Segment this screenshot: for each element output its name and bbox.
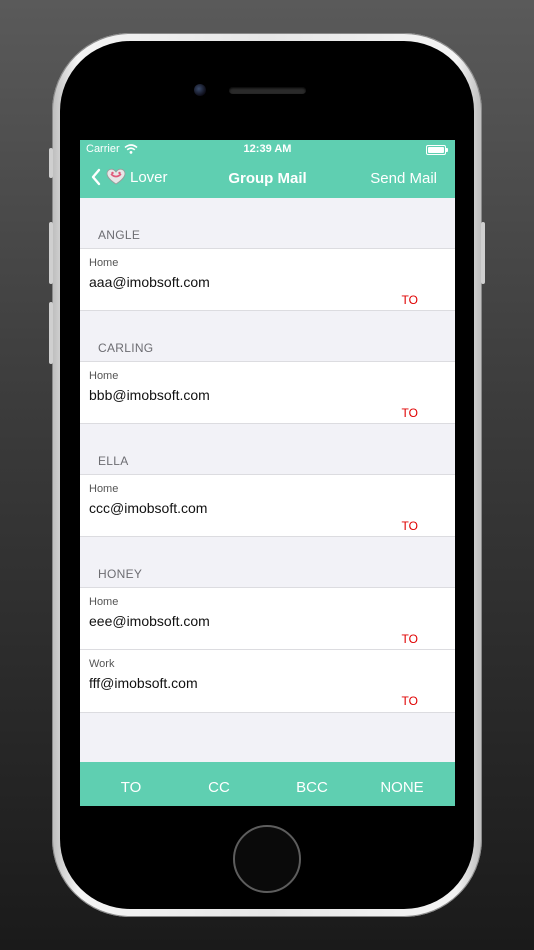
recipient-list: ANGLE Home aaa@imobsoft.com TO CARLING H…	[80, 198, 455, 713]
section-header: HONEY	[98, 567, 143, 581]
list-item[interactable]: Home aaa@imobsoft.com TO	[80, 248, 455, 311]
volume-down-button	[49, 302, 53, 364]
email-address: aaa@imobsoft.com	[89, 274, 210, 290]
battery-icon	[426, 145, 448, 155]
status-time: 12:39 AM	[243, 143, 292, 155]
recipient-type-badge: TO	[401, 694, 418, 708]
section-header: ELLA	[98, 454, 129, 468]
earpiece-speaker	[229, 87, 306, 94]
email-type-label: Home	[89, 257, 119, 269]
send-mail-button[interactable]: Send Mail	[370, 170, 437, 187]
cc-button[interactable]: CC	[208, 779, 230, 796]
recipient-type-badge: TO	[401, 632, 418, 646]
status-bar: Carrier 12:39 AM	[80, 140, 455, 160]
section-header: CARLING	[98, 341, 154, 355]
mute-switch	[49, 148, 53, 178]
email-type-label: Work	[89, 658, 115, 670]
email-type-label: Home	[89, 596, 119, 608]
list-item[interactable]: Work fff@imobsoft.com TO	[80, 650, 455, 713]
email-type-label: Home	[89, 483, 119, 495]
recipient-type-badge: TO	[401, 293, 418, 307]
recipient-toolbar: TO CC BCC NONE	[80, 762, 455, 806]
front-camera	[194, 84, 206, 96]
home-button[interactable]	[233, 825, 301, 893]
email-type-label: Home	[89, 370, 119, 382]
chevron-left-icon	[91, 168, 101, 186]
list-item[interactable]: Home ccc@imobsoft.com TO	[80, 474, 455, 537]
list-item[interactable]: Home bbb@imobsoft.com TO	[80, 361, 455, 424]
recipient-type-badge: TO	[401, 406, 418, 420]
email-address: eee@imobsoft.com	[89, 613, 210, 629]
navigation-bar: Lover Group Mail Send Mail	[80, 160, 455, 198]
back-button[interactable]: Lover	[90, 168, 168, 186]
email-address: ccc@imobsoft.com	[89, 500, 208, 516]
none-button[interactable]: NONE	[380, 779, 423, 796]
power-button	[481, 222, 485, 284]
email-address: fff@imobsoft.com	[89, 675, 198, 691]
to-button[interactable]: TO	[121, 779, 142, 796]
recipient-type-badge: TO	[401, 519, 418, 533]
app-screen: Carrier 12:39 AM Lover Group Mail Send M…	[80, 140, 455, 806]
volume-up-button	[49, 222, 53, 284]
back-button-label: Lover	[130, 168, 168, 186]
list-item[interactable]: Home eee@imobsoft.com TO	[80, 587, 455, 650]
bcc-button[interactable]: BCC	[296, 779, 328, 796]
heart-icon	[106, 168, 126, 185]
email-address: bbb@imobsoft.com	[89, 387, 210, 403]
section-header: ANGLE	[98, 228, 141, 242]
